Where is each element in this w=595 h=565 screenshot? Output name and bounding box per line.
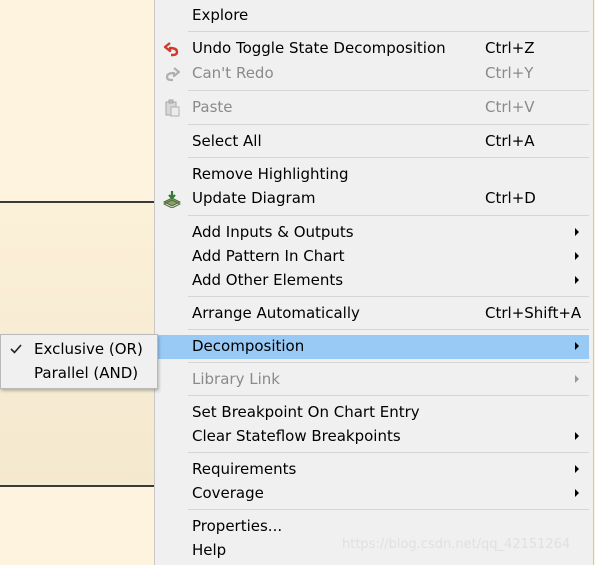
submenu-arrow-icon (575, 276, 579, 284)
submenu-arrow-icon (575, 342, 579, 350)
menu-item-coverage[interactable]: Coverage (157, 482, 589, 506)
paste-icon (165, 99, 180, 117)
menu-separator (188, 296, 589, 297)
context-menu: Explore Undo Toggle State Decomposition … (154, 0, 594, 565)
menu-item-label: Arrange Automatically (192, 304, 360, 322)
menu-item-label: Library Link (192, 370, 280, 388)
menu-item-redo[interactable]: Can't Redo Ctrl+Y (157, 62, 589, 86)
menu-item-label: Paste (192, 98, 233, 116)
submenu-arrow-icon (575, 228, 579, 236)
menu-item-shortcut: Ctrl+Z (485, 39, 535, 57)
menu-item-label: Add Pattern In Chart (192, 247, 345, 265)
submenu-item-label: Parallel (AND) (34, 364, 139, 382)
menu-item-requirements[interactable]: Requirements (157, 458, 589, 482)
menu-item-undo[interactable]: Undo Toggle State Decomposition Ctrl+Z (157, 37, 589, 61)
menu-item-shortcut: Ctrl+A (485, 132, 535, 150)
menu-item-set-breakpoint[interactable]: Set Breakpoint On Chart Entry (157, 401, 589, 425)
menu-item-label: Coverage (192, 484, 264, 502)
menu-item-shortcut: Ctrl+Y (485, 64, 534, 82)
menu-item-add-pattern[interactable]: Add Pattern In Chart (157, 245, 589, 269)
menu-item-label: Can't Redo (192, 64, 274, 82)
menu-separator (188, 509, 589, 510)
menu-separator (188, 90, 589, 91)
watermark: https://blog.csdn.net/qq_42151264 (342, 537, 571, 552)
menu-item-label: Add Other Elements (192, 271, 344, 289)
menu-item-decomposition[interactable]: Decomposition (157, 335, 589, 359)
menu-item-label: Set Breakpoint On Chart Entry (192, 403, 420, 421)
submenu-arrow-icon (575, 432, 579, 440)
submenu-arrow-icon (575, 489, 579, 497)
menu-item-label: Undo Toggle State Decomposition (192, 39, 446, 57)
menu-item-label: Requirements (192, 460, 297, 478)
state-border-bottom (0, 485, 155, 487)
submenu-arrow-icon (575, 375, 579, 383)
menu-item-add-inputs-outputs[interactable]: Add Inputs & Outputs (157, 221, 589, 245)
submenu-arrow-icon (575, 252, 579, 260)
menu-separator (188, 215, 589, 216)
checkmark-icon (10, 344, 22, 354)
menu-item-select-all[interactable]: Select All Ctrl+A (157, 130, 589, 154)
submenu-item-parallel[interactable]: Parallel (AND) (1, 362, 157, 386)
submenu-item-label: Exclusive (OR) (34, 340, 143, 358)
menu-item-label: Decomposition (192, 337, 305, 355)
update-diagram-icon (163, 191, 181, 208)
menu-separator (188, 31, 589, 32)
menu-separator (188, 329, 589, 330)
menu-separator (188, 362, 589, 363)
submenu-item-exclusive[interactable]: Exclusive (OR) (1, 338, 157, 362)
menu-item-clear-breakpoints[interactable]: Clear Stateflow Breakpoints (157, 425, 589, 449)
menu-item-shortcut: Ctrl+D (485, 189, 536, 207)
menu-item-label: Help (192, 541, 227, 559)
menu-separator (188, 452, 589, 453)
state-border-top (0, 201, 155, 203)
menu-item-paste[interactable]: Paste Ctrl+V (157, 96, 589, 120)
menu-separator (188, 124, 589, 125)
menu-item-label: Remove Highlighting (192, 165, 349, 183)
menu-item-explore[interactable]: Explore (157, 4, 589, 28)
undo-icon (163, 42, 179, 57)
menu-item-label: Clear Stateflow Breakpoints (192, 427, 401, 445)
menu-item-label: Select All (192, 132, 262, 150)
menu-item-add-other-elements[interactable]: Add Other Elements (157, 269, 589, 293)
menu-item-label: Add Inputs & Outputs (192, 223, 354, 241)
menu-item-update-diagram[interactable]: Update Diagram Ctrl+D (157, 187, 589, 211)
menu-item-properties[interactable]: Properties... (157, 515, 589, 539)
redo-icon (165, 67, 181, 82)
menu-item-remove-highlighting[interactable]: Remove Highlighting (157, 163, 589, 187)
menu-separator (188, 157, 589, 158)
menu-item-arrange-automatically[interactable]: Arrange Automatically Ctrl+Shift+A (157, 302, 589, 326)
menu-item-shortcut: Ctrl+Shift+A (485, 304, 582, 322)
menu-item-label: Explore (192, 6, 249, 24)
submenu-arrow-icon (575, 465, 579, 473)
menu-separator (188, 395, 589, 396)
menu-item-shortcut: Ctrl+V (485, 98, 535, 116)
menu-item-library-link[interactable]: Library Link (157, 368, 589, 392)
menu-item-label: Properties... (192, 517, 283, 535)
menu-item-label: Update Diagram (192, 189, 316, 207)
decomposition-submenu: Exclusive (OR) Parallel (AND) (0, 334, 158, 389)
